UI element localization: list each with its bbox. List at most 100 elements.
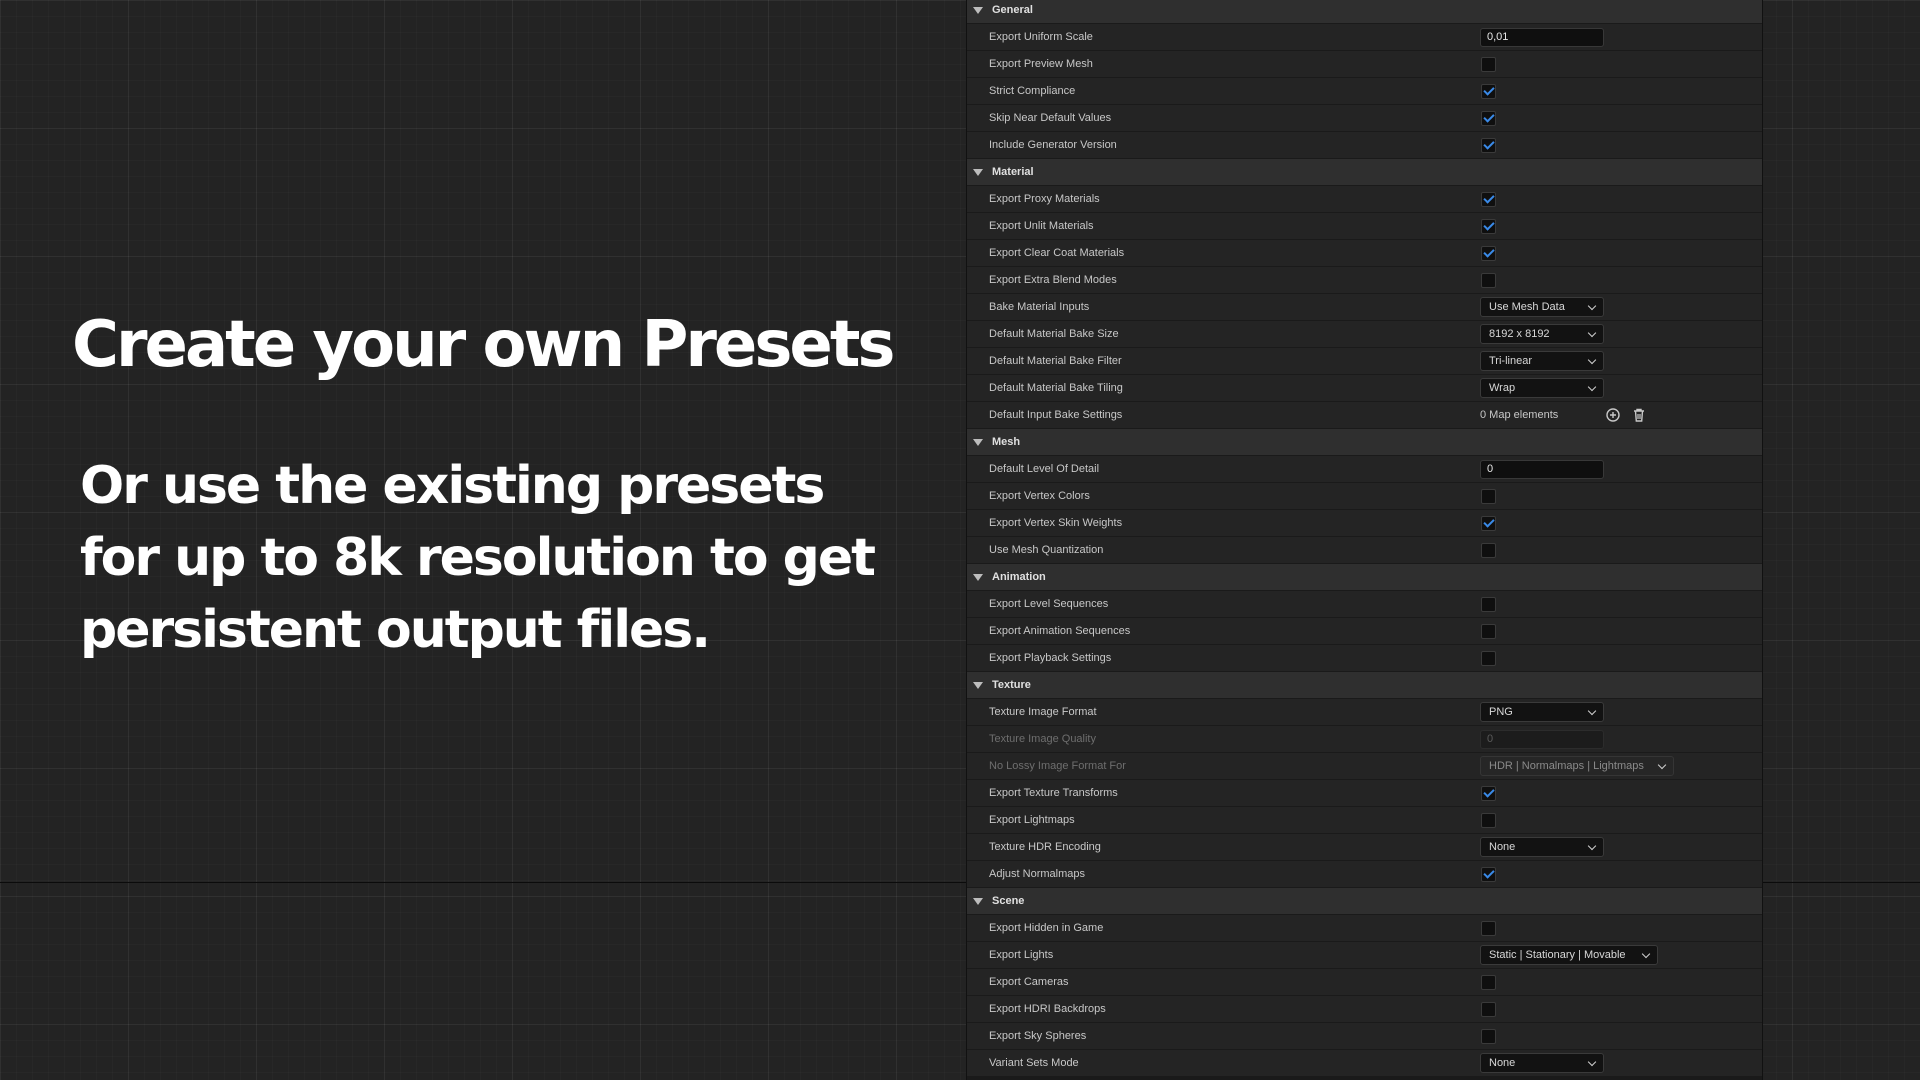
- dropdown-value: None: [1489, 841, 1516, 853]
- export-hidden-in-game-checkbox[interactable]: [1481, 920, 1496, 936]
- property-row-default-level-of-detail: Default Level Of Detail: [967, 456, 1762, 482]
- expand-arrow-icon: [973, 168, 983, 176]
- property-label: Default Level Of Detail: [989, 463, 1100, 475]
- promo-title: Create your own Presets: [72, 308, 895, 382]
- export-clear-coat-materials-checkbox[interactable]: [1481, 245, 1496, 261]
- property-label: Export Cameras: [989, 976, 1069, 988]
- export-proxy-materials-checkbox[interactable]: [1481, 191, 1496, 207]
- add-circle-icon[interactable]: [1604, 406, 1622, 424]
- property-row-skip-near-default-values: Skip Near Default Values: [967, 105, 1762, 131]
- property-row-strict-compliance: Strict Compliance: [967, 78, 1762, 104]
- property-row-default-material-bake-tiling: Default Material Bake Tiling Wrap: [967, 375, 1762, 401]
- property-label: Texture HDR Encoding: [989, 841, 1101, 853]
- category-title: Scene: [992, 895, 1025, 907]
- property-label: Export Lights: [989, 949, 1054, 961]
- chevron-down-icon: [1587, 706, 1597, 715]
- texture-image-format-dropdown[interactable]: PNG: [1480, 702, 1604, 722]
- adjust-normalmaps-checkbox[interactable]: [1481, 866, 1496, 882]
- property-label: Export Level Sequences: [989, 598, 1109, 610]
- property-row-export-vertex-colors: Export Vertex Colors: [967, 483, 1762, 509]
- property-row-export-animation-sequences: Export Animation Sequences: [967, 618, 1762, 644]
- dropdown-value: 8192 x 8192: [1489, 328, 1550, 340]
- property-label: Default Material Bake Filter: [989, 355, 1122, 367]
- export-level-sequences-checkbox[interactable]: [1481, 596, 1496, 612]
- property-row-export-clear-coat-materials: Export Clear Coat Materials: [967, 240, 1762, 266]
- texture-hdr-encoding-dropdown[interactable]: None: [1480, 837, 1604, 857]
- export-extra-blend-modes-checkbox[interactable]: [1481, 272, 1496, 288]
- category-header-scene[interactable]: Scene: [967, 888, 1762, 914]
- export-vertex-skin-weights-checkbox[interactable]: [1481, 515, 1496, 531]
- expand-arrow-icon: [973, 6, 983, 14]
- property-label: Export Animation Sequences: [989, 625, 1131, 637]
- strict-compliance-checkbox[interactable]: [1481, 83, 1496, 99]
- property-label: Export Vertex Colors: [989, 490, 1090, 502]
- export-preview-mesh-checkbox[interactable]: [1481, 56, 1496, 72]
- default-level-of-detail-input[interactable]: [1480, 459, 1604, 479]
- property-row-default-input-bake-settings: Default Input Bake Settings 0 Map elemen…: [967, 402, 1762, 428]
- skip-near-default-values-checkbox[interactable]: [1481, 110, 1496, 126]
- property-row-export-proxy-materials: Export Proxy Materials: [967, 186, 1762, 212]
- property-label: Export Sky Spheres: [989, 1030, 1087, 1042]
- property-label: Default Material Bake Tiling: [989, 382, 1123, 394]
- chevron-down-icon: [1587, 841, 1597, 850]
- use-mesh-quantization-checkbox[interactable]: [1481, 542, 1496, 558]
- map-elements-count: 0 Map elements: [1480, 409, 1559, 421]
- category-header-general[interactable]: General: [967, 0, 1762, 23]
- property-row-use-mesh-quantization: Use Mesh Quantization: [967, 537, 1762, 563]
- variant-sets-mode-dropdown[interactable]: None: [1480, 1053, 1604, 1073]
- property-label: Adjust Normalmaps: [989, 868, 1085, 880]
- texture-image-quality-input: [1480, 729, 1604, 749]
- export-playback-settings-checkbox[interactable]: [1481, 650, 1496, 666]
- default-material-bake-size-dropdown[interactable]: 8192 x 8192: [1480, 324, 1604, 344]
- property-row-export-lightmaps: Export Lightmaps: [967, 807, 1762, 833]
- default-material-bake-tiling-dropdown[interactable]: Wrap: [1480, 378, 1604, 398]
- category-title: Material: [992, 166, 1034, 178]
- export-unlit-materials-checkbox[interactable]: [1481, 218, 1496, 234]
- property-row-include-generator-version: Include Generator Version: [967, 132, 1762, 158]
- export-vertex-colors-checkbox[interactable]: [1481, 488, 1496, 504]
- export-uniform-scale-input[interactable]: [1480, 27, 1604, 47]
- export-hdri-backdrops-checkbox[interactable]: [1481, 1001, 1496, 1017]
- property-row-export-uniform-scale: Export Uniform Scale: [967, 24, 1762, 50]
- chevron-down-icon: [1587, 382, 1597, 391]
- property-label: Export Playback Settings: [989, 652, 1112, 664]
- export-options-panel: General Export Uniform Scale Export Prev…: [967, 0, 1762, 1080]
- chevron-down-icon: [1657, 760, 1667, 769]
- category-header-animation[interactable]: Animation: [967, 564, 1762, 590]
- trash-icon[interactable]: [1630, 406, 1648, 424]
- property-row-export-lights: Export Lights Static | Stationary | Mova…: [967, 942, 1762, 968]
- property-label: Texture Image Format: [989, 706, 1097, 718]
- dropdown-value: Wrap: [1489, 382, 1516, 394]
- category-header-texture[interactable]: Texture: [967, 672, 1762, 698]
- property-row-export-extra-blend-modes: Export Extra Blend Modes: [967, 267, 1762, 293]
- dropdown-value: PNG: [1489, 706, 1513, 718]
- property-row-export-preview-mesh: Export Preview Mesh: [967, 51, 1762, 77]
- property-label: Export Uniform Scale: [989, 31, 1093, 43]
- export-lights-dropdown[interactable]: Static | Stationary | Movable: [1480, 945, 1658, 965]
- default-material-bake-filter-dropdown[interactable]: Tri-linear: [1480, 351, 1604, 371]
- expand-arrow-icon: [973, 681, 983, 689]
- no-lossy-image-format-dropdown: HDR | Normalmaps | Lightmaps: [1480, 756, 1674, 776]
- export-sky-spheres-checkbox[interactable]: [1481, 1028, 1496, 1044]
- property-row-texture-image-quality: Texture Image Quality: [967, 726, 1762, 752]
- export-texture-transforms-checkbox[interactable]: [1481, 785, 1496, 801]
- category-header-material[interactable]: Material: [967, 159, 1762, 185]
- category-header-mesh[interactable]: Mesh: [967, 429, 1762, 455]
- property-label: Export Clear Coat Materials: [989, 247, 1125, 259]
- property-label: Export Proxy Materials: [989, 193, 1100, 205]
- export-lightmaps-checkbox[interactable]: [1481, 812, 1496, 828]
- export-cameras-checkbox[interactable]: [1481, 974, 1496, 990]
- property-label: Export HDRI Backdrops: [989, 1003, 1106, 1015]
- property-label: No Lossy Image Format For: [989, 760, 1126, 772]
- include-generator-version-checkbox[interactable]: [1481, 137, 1496, 153]
- property-label: Default Material Bake Size: [989, 328, 1119, 340]
- export-animation-sequences-checkbox[interactable]: [1481, 623, 1496, 639]
- property-label: Texture Image Quality: [989, 733, 1096, 745]
- bake-material-inputs-dropdown[interactable]: Use Mesh Data: [1480, 297, 1604, 317]
- property-row-variant-sets-mode: Variant Sets Mode None: [967, 1050, 1762, 1076]
- property-label: Export Extra Blend Modes: [989, 274, 1117, 286]
- property-row-export-playback-settings: Export Playback Settings: [967, 645, 1762, 671]
- dropdown-value: HDR | Normalmaps | Lightmaps: [1489, 760, 1644, 772]
- property-row-texture-hdr-encoding: Texture HDR Encoding None: [967, 834, 1762, 860]
- dropdown-value: Use Mesh Data: [1489, 301, 1565, 313]
